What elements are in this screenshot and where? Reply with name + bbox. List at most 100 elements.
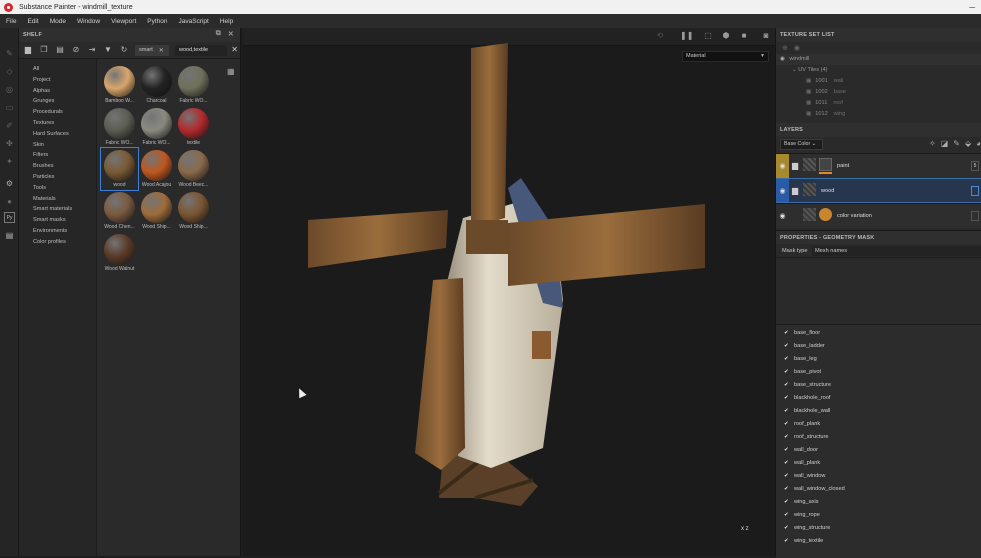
texture-set-windmill[interactable]: ◉ windmill (776, 54, 981, 65)
material-tile[interactable]: Wood Ship... (138, 190, 175, 232)
settings-icon[interactable]: ⚙ (4, 178, 15, 189)
add-paint-layer-icon[interactable]: ✎ (953, 139, 960, 148)
mesh-name-item[interactable]: ✔ wing_structure (776, 522, 981, 535)
eraser-icon[interactable]: ◇ (4, 66, 15, 77)
float-icon[interactable]: ⧉ (216, 30, 221, 38)
menu-window[interactable]: Window (77, 18, 100, 25)
close-icon[interactable]: ✕ (159, 47, 164, 54)
filter-icon[interactable]: ▼ (103, 45, 113, 55)
check-icon[interactable]: ✔ (784, 353, 791, 366)
category-filters[interactable]: Filters (19, 150, 96, 161)
layer-wood[interactable]: ◉ ▆ wood (776, 178, 981, 203)
mesh-name-item[interactable]: ✔ base_ladder (776, 340, 981, 353)
uv-tile-row[interactable]: ▦ 1001 wall (776, 76, 981, 87)
category-procedurals[interactable]: Procedurals (19, 107, 96, 118)
mesh-name-item[interactable]: ✔ wall_plank (776, 457, 981, 470)
eye-icon[interactable]: ◉ (776, 204, 789, 228)
check-icon[interactable]: ✔ (784, 470, 791, 483)
check-icon[interactable]: ✔ (784, 483, 791, 496)
eye-icon[interactable]: ◉ (776, 179, 789, 202)
material-tile[interactable]: Fabric WO... (175, 64, 212, 106)
check-icon[interactable]: ✔ (784, 405, 791, 418)
check-icon[interactable]: ✔ (784, 327, 791, 340)
uv-tile-row[interactable]: ▦ 1002 base (776, 87, 981, 98)
mesh-name-item[interactable]: ✔ wall_door (776, 444, 981, 457)
category-alphas[interactable]: Alphas (19, 86, 96, 97)
mesh-name-item[interactable]: ✔ wing_axis (776, 496, 981, 509)
refresh-icon[interactable]: ↻ (119, 45, 129, 55)
viewport-3d[interactable]: ⟲ ❚❚ ⬚ ⬢ ■ ◙ Material ▼ x z (243, 28, 775, 556)
category-brushes[interactable]: Brushes (19, 161, 96, 172)
category-smart-materials[interactable]: Smart materials (19, 204, 96, 215)
channel-select[interactable]: Base Color ⌄ (780, 139, 823, 150)
add-fill-layer-icon[interactable]: ⬙ (965, 139, 971, 148)
category-materials[interactable]: Materials (19, 194, 96, 205)
category-project[interactable]: Project (19, 75, 96, 86)
settings-icon[interactable]: ◉ (794, 44, 800, 52)
bake-icon[interactable]: ● (4, 196, 15, 207)
material-tile[interactable]: Wood Beec... (175, 148, 212, 190)
menu-python[interactable]: Python (147, 18, 167, 25)
check-icon[interactable]: ✔ (784, 522, 791, 535)
material-tile[interactable]: Wood Walnut (101, 232, 138, 274)
close-icon[interactable]: ✕ (228, 30, 234, 38)
category-textures[interactable]: Textures (19, 118, 96, 129)
menu-file[interactable]: File (6, 18, 16, 25)
mesh-name-item[interactable]: ✔ base_leg (776, 353, 981, 366)
effects-icon[interactable]: ✧ (929, 139, 936, 148)
filter-chip-smart[interactable]: smart ✕ (135, 44, 169, 56)
projection-icon[interactable]: ◎ (4, 84, 15, 95)
material-tile[interactable]: Fabric WO... (138, 106, 175, 148)
smudge-icon[interactable]: ✐ (4, 120, 15, 131)
category-smart-masks[interactable]: Smart masks (19, 215, 96, 226)
eye-icon[interactable]: ◉ (780, 56, 785, 62)
category-color-profiles[interactable]: Color profiles (19, 237, 96, 248)
mask-type-select[interactable]: Mesh names (812, 246, 981, 256)
material-tile[interactable]: textile (175, 106, 212, 148)
mesh-name-item[interactable]: ✔ wall_window_closed (776, 483, 981, 496)
mesh-name-item[interactable]: ✔ wing_rope (776, 509, 981, 522)
material-tile[interactable]: Wood Ship... (175, 190, 212, 232)
category-particles[interactable]: Particles (19, 172, 96, 183)
check-icon[interactable]: ✔ (784, 366, 791, 379)
import-icon[interactable]: ⇥ (87, 45, 97, 55)
category-grunges[interactable]: Grunges (19, 96, 96, 107)
check-icon[interactable]: ✔ (784, 379, 791, 392)
menu-edit[interactable]: Edit (27, 18, 38, 25)
layer-opacity-box[interactable] (971, 186, 979, 196)
clear-search-icon[interactable]: ✕ (231, 45, 238, 54)
material-tile[interactable]: Wood Chen... (101, 190, 138, 232)
python-icon[interactable]: Py (4, 212, 15, 223)
mesh-name-item[interactable]: ✔ blackhole_roof (776, 392, 981, 405)
check-icon[interactable]: ✔ (784, 535, 791, 548)
minimize-icon[interactable]: ─ (969, 3, 975, 12)
category-all[interactable]: All (19, 64, 96, 75)
check-icon[interactable]: ✔ (784, 444, 791, 457)
menu-viewport[interactable]: Viewport (111, 18, 136, 25)
material-tile[interactable]: wood (100, 147, 139, 191)
mesh-name-item[interactable]: ✔ roof_plank (776, 418, 981, 431)
check-icon[interactable]: ✔ (784, 418, 791, 431)
material-tile[interactable]: Charcoal (138, 64, 175, 106)
check-icon[interactable]: ✔ (784, 509, 791, 522)
layer-paint[interactable]: ◉ ▆ paint 5 (776, 153, 981, 178)
check-icon[interactable]: ✔ (784, 431, 791, 444)
filter-chip-wood-textile[interactable]: wood,textile (175, 44, 227, 56)
check-icon[interactable]: ✔ (784, 496, 791, 509)
geometry-fill-icon[interactable]: ▭ (4, 102, 15, 113)
mesh-name-item[interactable]: ✔ base_pivot (776, 366, 981, 379)
uv-tiles-group[interactable]: ⌄ UV Tiles (4) (776, 65, 981, 76)
add-folder-icon[interactable]: ◕ (976, 139, 981, 148)
menu-javascript[interactable]: JavaScript (179, 18, 209, 25)
category-environments[interactable]: Environments (19, 226, 96, 237)
new-shelf-icon[interactable]: ❐ (39, 45, 49, 55)
category-skin[interactable]: Skin (19, 140, 96, 151)
clone-icon[interactable]: ✤ (4, 138, 15, 149)
mesh-name-item[interactable]: ✔ base_structure (776, 379, 981, 392)
save-icon[interactable]: ▤ (55, 45, 65, 55)
uv-tile-row[interactable]: ▦ 1012 wing (776, 109, 981, 120)
uv-tile-row[interactable]: ▦ 1011 roof (776, 98, 981, 109)
mesh-name-item[interactable]: ✔ blackhole_wall (776, 405, 981, 418)
menu-mode[interactable]: Mode (50, 18, 66, 25)
eye-icon[interactable]: ◉ (776, 154, 789, 178)
